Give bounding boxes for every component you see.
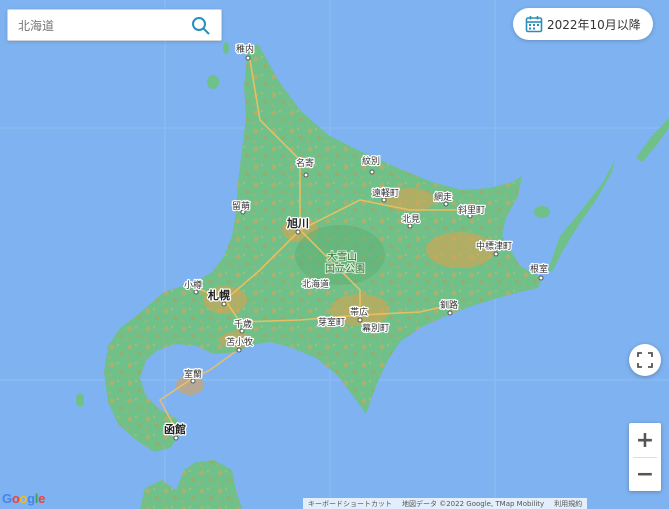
rishiri-island xyxy=(207,75,219,89)
label-rumoi: 留萌 xyxy=(232,200,250,212)
label-memuro: 芽室町 xyxy=(318,316,345,328)
label-nakashibetsu: 中標津町 xyxy=(476,240,512,252)
label-engaru: 遠軽町 xyxy=(372,187,399,199)
fullscreen-button[interactable] xyxy=(629,344,661,376)
label-monbetsu: 紋別 xyxy=(362,155,380,167)
google-logo[interactable]: Google xyxy=(2,491,45,506)
keyboard-shortcuts-link[interactable]: キーボードショートカット xyxy=(303,499,397,509)
zoom-out-button[interactable]: − xyxy=(629,457,661,491)
okushiri-island xyxy=(76,393,84,407)
label-sapporo: 札幌 xyxy=(207,288,230,302)
label-shari: 斜里町 xyxy=(458,204,485,216)
fullscreen-icon xyxy=(637,352,653,368)
label-daisetsu-park: 国立公園 xyxy=(325,262,365,275)
label-hokkaido: 北海道 xyxy=(302,278,329,290)
label-abashiri: 網走 xyxy=(434,191,452,203)
label-muroran: 室蘭 xyxy=(184,368,202,380)
date-filter-label: 2022年10月以降 xyxy=(547,17,641,32)
zoom-divider xyxy=(633,457,657,458)
label-nemuro: 根室 xyxy=(530,263,548,275)
map-canvas[interactable]: 稚内 名寄 紋別 遠軽町 網走 斜里町 留萌 旭川 北見 中標津町 大雪山 国立… xyxy=(0,0,669,509)
zoom-control: + − xyxy=(629,423,661,491)
search-input[interactable] xyxy=(16,10,190,42)
zoom-in-button[interactable]: + xyxy=(629,423,661,457)
map-data-credit[interactable]: 地図データ ©2022 Google, TMap Mobility xyxy=(397,499,549,509)
date-filter-button[interactable]: 2022年10月以降 xyxy=(513,8,653,40)
label-obihiro: 帯広 xyxy=(350,306,368,318)
label-tomakomai: 苫小牧 xyxy=(226,336,253,348)
search-box[interactable] xyxy=(7,9,222,42)
label-daisetsu: 大雪山 xyxy=(327,250,357,263)
label-nayoro: 名寄 xyxy=(296,157,314,169)
label-kitami: 北見 xyxy=(402,214,420,225)
label-asahikawa: 旭川 xyxy=(286,216,309,230)
label-otaru: 小樽 xyxy=(184,279,202,291)
map-attribution: キーボードショートカット 地図データ ©2022 Google, TMap Mo… xyxy=(303,498,588,509)
label-makubetsu: 幕別町 xyxy=(362,322,389,334)
calendar-icon xyxy=(525,16,543,33)
label-kushiro: 釧路 xyxy=(440,299,458,311)
rebun-island xyxy=(223,42,229,54)
search-icon[interactable] xyxy=(191,16,211,36)
label-hakodate: 函館 xyxy=(164,422,186,436)
label-chitose: 千歳 xyxy=(234,318,252,330)
terms-link[interactable]: 利用規約 xyxy=(549,499,587,509)
label-wakkanai: 稚内 xyxy=(236,43,254,55)
